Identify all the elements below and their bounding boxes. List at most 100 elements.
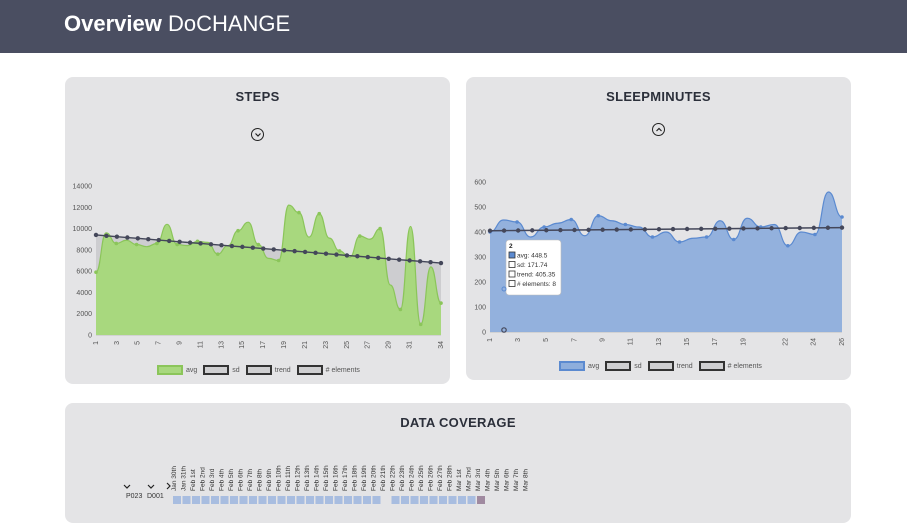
trend-point — [769, 226, 774, 231]
coverage-cell — [372, 496, 381, 504]
chevron-down-icon — [147, 484, 155, 489]
coverage-cell — [182, 496, 191, 504]
trend-point — [156, 237, 161, 243]
y-tick-label: 500 — [474, 205, 486, 212]
steps-chart: 020004000600080001000012000140001 3 5 7 9 11 1… — [73, 184, 445, 349]
coverage-cell — [401, 496, 409, 504]
avg-point — [677, 240, 682, 244]
trend-point — [727, 226, 732, 231]
chevron-right-icon — [166, 482, 171, 490]
coverage-cell — [439, 496, 447, 504]
trend-point — [600, 227, 605, 232]
trend-point — [755, 226, 760, 231]
date-label: Mar 7th — [513, 469, 520, 491]
trend-point — [135, 236, 141, 241]
date-label: Mar 8th — [523, 469, 530, 491]
avg-point — [650, 235, 655, 239]
coverage-cell — [353, 496, 362, 504]
legend-item[interactable]: # elements — [296, 365, 360, 375]
trend-point — [93, 232, 99, 238]
legend-label: sd — [232, 366, 240, 374]
coverage-cell — [363, 496, 371, 504]
trend-point — [292, 248, 297, 254]
avg-point — [358, 234, 362, 238]
legend-swatch — [605, 361, 632, 371]
legend-item[interactable]: sd — [203, 365, 240, 375]
trend-point — [166, 238, 172, 244]
participant-id: P023 — [126, 493, 142, 500]
legend-item[interactable]: sd — [605, 361, 642, 371]
avg-point — [94, 270, 98, 275]
trend-point — [797, 225, 802, 231]
legend-item[interactable]: trend — [245, 365, 291, 375]
x-tick-label: 31 — [406, 341, 413, 349]
x-tick-label: 13 — [218, 341, 225, 349]
legend-item[interactable]: trend — [647, 361, 693, 371]
trend-point — [825, 225, 831, 230]
x-tick-label: 34 — [438, 341, 445, 349]
trend-point — [187, 240, 193, 245]
legend-swatch — [647, 361, 674, 371]
trend-point — [344, 253, 350, 258]
x-tick-label: 13 — [656, 338, 663, 346]
x-tick-label: 26 — [839, 338, 846, 346]
x-tick-label: 9 — [599, 338, 606, 342]
coverage-cell — [230, 496, 238, 504]
date-label: Feb 19th — [361, 465, 368, 491]
coverage-cell — [277, 496, 286, 504]
date-label: Feb 10th — [276, 465, 283, 491]
coverage-grid: Jan 30th Jan 31th Feb 1st Feb 2nd Feb 3rd Feb… — [123, 465, 530, 504]
x-tick-label: 27 — [365, 341, 372, 349]
avg-point — [236, 228, 240, 233]
date-label: Mar 1st — [456, 469, 463, 491]
coverage-cell — [192, 496, 200, 504]
trend-point — [240, 244, 245, 250]
avg-point — [215, 252, 220, 256]
coverage-cell — [173, 496, 181, 504]
trend-point — [487, 228, 493, 233]
trend-point — [198, 241, 203, 246]
trend-point — [125, 235, 130, 240]
trend-point — [271, 247, 276, 252]
y-tick-label: 400 — [474, 230, 486, 237]
trend-point — [614, 227, 619, 232]
date-label: Feb 21th — [380, 465, 387, 491]
coverage-cell — [306, 496, 314, 504]
trend-point — [438, 260, 444, 266]
tooltip-line: # elements: 8 — [517, 281, 556, 288]
coverage-cell — [429, 496, 438, 504]
legend-item[interactable]: # elements — [698, 361, 762, 371]
steps-legend: avg sd trend # elements — [157, 365, 366, 375]
avg-point — [840, 215, 844, 219]
coverage-cell — [448, 496, 457, 504]
coverage-cell — [268, 496, 276, 504]
avg-point — [256, 242, 261, 247]
date-label: Feb 14th — [314, 465, 321, 491]
date-label: Feb 9th — [266, 469, 273, 491]
legend-item[interactable]: avg — [157, 365, 197, 375]
trend-point — [515, 228, 521, 233]
trend-point — [323, 251, 329, 256]
date-label: Feb 17th — [342, 465, 349, 491]
trend-point — [699, 226, 704, 232]
coverage-cell — [467, 496, 476, 504]
coverage-cell — [420, 496, 428, 504]
tooltip-swatch — [508, 251, 516, 259]
avg-point — [398, 307, 403, 312]
x-tick-label: 29 — [386, 341, 393, 349]
trend-point — [530, 228, 535, 233]
trend-point — [365, 254, 371, 260]
avg-point — [114, 241, 119, 246]
coverage-cell — [410, 496, 419, 504]
x-tick-label: 5 — [135, 341, 142, 345]
page-title: Overview DoCHANGE — [64, 11, 291, 36]
coverage-cell — [325, 496, 333, 504]
legend-item[interactable]: avg — [559, 361, 599, 371]
trend-point — [355, 254, 360, 259]
date-label: Mar 5th — [494, 469, 501, 491]
date-label: Feb 18th — [352, 465, 359, 491]
x-tick-label: 19 — [740, 338, 747, 346]
y-tick-label: 6000 — [76, 269, 92, 276]
tooltip-swatch — [508, 261, 516, 268]
coverage-cell — [334, 496, 343, 504]
